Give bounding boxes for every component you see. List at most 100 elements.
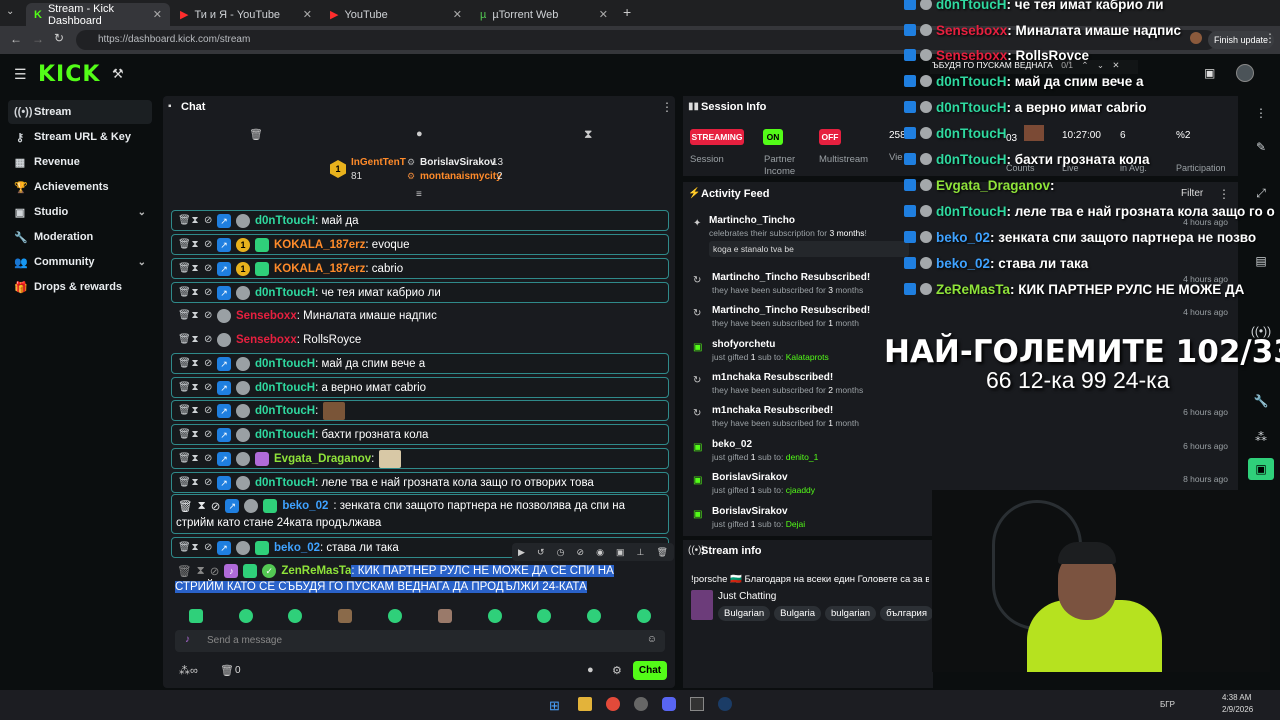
chat-message[interactable]: 🗑 ⧗ ⊘ ↗ d0nTtoucH: — [171, 400, 669, 421]
timeout-icon[interactable]: ⧗ — [191, 453, 199, 464]
chat-username[interactable]: ZenReMasTa — [281, 565, 351, 577]
browser-menu-icon[interactable]: ⋮ — [1264, 31, 1276, 45]
emote-icon[interactable] — [487, 609, 502, 623]
trash-icon[interactable]: 🗑 — [178, 287, 191, 298]
activity-item-target[interactable]: denito_1 — [786, 452, 819, 462]
hide-icon[interactable]: ⊘ — [576, 547, 584, 558]
chat-username[interactable]: Senseboxx — [236, 334, 297, 346]
expand-icon[interactable]: ≡ — [416, 189, 422, 200]
ban-icon[interactable]: ⊘ — [211, 499, 221, 513]
emote-icon[interactable] — [637, 609, 652, 623]
chat-icon[interactable]: ● — [416, 128, 423, 140]
message-input[interactable]: Send a message — [207, 635, 282, 646]
category-thumbnail[interactable] — [691, 590, 713, 620]
close-icon[interactable]: ✕ — [599, 8, 608, 21]
activity-item-title[interactable]: Martincho_Tincho — [709, 215, 795, 226]
copy-icon[interactable]: ▣ — [616, 547, 625, 558]
hammer-icon[interactable]: ⚒ — [112, 66, 124, 82]
sidebar-item-community[interactable]: 👥 Community ⌄ — [8, 250, 152, 274]
pencil-icon[interactable]: ✎ — [1248, 136, 1274, 158]
ban-icon[interactable]: ⊘ — [204, 215, 212, 226]
obs-icon[interactable] — [634, 697, 648, 711]
chat-message[interactable]: 🗑 ⧗ ⊘ ↗ 1 KOKALA_187erz: evoque — [171, 234, 669, 255]
trash-icon[interactable]: 🗑 — [178, 429, 191, 440]
chat-send-button[interactable]: Chat — [633, 661, 667, 680]
tab-kick-dashboard[interactable]: K Stream - Kick Dashboard ✕ — [26, 3, 170, 27]
settings-gear-icon[interactable]: ⚙ — [612, 664, 622, 677]
trash-icon[interactable]: 🗑 — [178, 477, 191, 488]
tab-utorrent[interactable]: µ µTorrent Web ✕ — [472, 3, 616, 26]
close-icon[interactable]: ✕ — [153, 8, 162, 21]
sidebar-item-drops-rewards[interactable]: 🎁 Drops & rewards — [8, 275, 152, 299]
trash-icon[interactable]: 🗑 — [178, 542, 191, 553]
wrench-icon[interactable]: 🔧 — [1248, 390, 1274, 412]
emote-icon[interactable] — [437, 609, 452, 623]
trash-icon[interactable]: 🗑 — [178, 453, 191, 464]
close-icon[interactable]: ✕ — [303, 8, 312, 21]
ban-icon[interactable]: ⊘ — [204, 239, 212, 250]
screen-icon[interactable]: ▣ — [1204, 66, 1215, 80]
chat-username[interactable]: d0nTtoucH — [255, 358, 315, 370]
chat-message[interactable]: 🗑 ⧗ ⊘ ↗ Evgata_Draganov: — [171, 448, 669, 469]
user-avatar[interactable] — [1236, 64, 1254, 82]
trash-icon[interactable]: 🗑 — [178, 499, 193, 513]
ban-icon[interactable]: ⊘ — [204, 334, 212, 345]
chat-message[interactable]: 🗑 ⧗ ⊘ Senseboxx: Миналата имаше надпис — [171, 305, 669, 326]
activity-item-title[interactable]: beko_02 — [712, 439, 752, 450]
activity-item-title[interactable]: BorislavSirakov — [712, 506, 788, 517]
mic-icon[interactable]: ♪ — [185, 634, 190, 645]
trash-icon[interactable]: 🗑 — [178, 358, 191, 369]
top-gifter-1-name[interactable]: InGentTenT — [351, 157, 406, 168]
undo-icon[interactable]: ↺ — [537, 547, 545, 558]
chat-message[interactable]: 🗑 ⧗ ⊘ ↗ d0nTtoucH: че тея имат кабрио ли — [171, 282, 669, 303]
back-icon[interactable]: ← — [10, 32, 22, 46]
forward-icon[interactable]: → — [32, 32, 44, 46]
emoji-icon[interactable]: ☺ — [647, 634, 657, 645]
chevron-down-icon[interactable]: ⌄ — [138, 257, 146, 268]
emote-icon[interactable] — [188, 609, 203, 623]
more-options-icon[interactable]: ⋮ — [661, 100, 673, 114]
language-indicator[interactable]: БГР — [1160, 700, 1175, 709]
panel-icon[interactable]: ▤ — [1248, 250, 1274, 272]
timeout-icon[interactable]: ⧗ — [191, 358, 199, 369]
chat-message[interactable]: 🗑 ⧗ ⊘ ↗ d0nTtoucH: леле тва е най грозната к… — [171, 472, 669, 493]
timeout-icon[interactable]: ⧗ — [191, 263, 199, 274]
partner-income-toggle[interactable]: ON — [763, 129, 783, 145]
activity-item-title[interactable]: shofyorchetu — [712, 339, 775, 350]
clock-icon[interactable]: ◷ — [557, 547, 565, 558]
activity-item-title[interactable]: m1nchaka Resubscribed! — [712, 372, 833, 383]
emote-icon[interactable] — [587, 609, 602, 623]
emote-icon[interactable] — [238, 609, 253, 623]
activity-item-target[interactable]: cjaaddy — [786, 485, 815, 495]
chevron-down-icon[interactable]: ⌄ — [138, 207, 146, 218]
tag[interactable]: българия — [880, 606, 933, 621]
activity-item-title[interactable]: Martincho_Tincho Resubscribed! — [712, 272, 870, 283]
ban-icon[interactable]: ⊘ — [204, 310, 212, 321]
chat-username[interactable]: Evgata_Draganov — [274, 453, 371, 465]
chat-username[interactable]: Senseboxx — [236, 310, 297, 322]
terminal-icon[interactable] — [690, 697, 704, 711]
emote-icon[interactable] — [388, 609, 403, 623]
play-icon[interactable]: ▶ — [518, 547, 525, 558]
tag[interactable]: Bulgarian — [718, 606, 771, 621]
trash-icon[interactable]: 🗑 — [178, 215, 191, 226]
timeout-icon[interactable]: ⧗ — [191, 542, 199, 553]
store-icon[interactable]: 🗑 — [220, 664, 234, 677]
timeout-icon[interactable]: ⧗ — [191, 310, 199, 321]
ban-icon[interactable]: ⊘ — [204, 542, 212, 553]
top-gifter-3-name[interactable]: montanaismycity — [420, 171, 502, 182]
chat-username[interactable]: d0nTtoucH — [255, 215, 315, 227]
profile-avatar[interactable] — [1190, 32, 1202, 44]
filter-button[interactable]: Filter — [1181, 188, 1203, 199]
tab-youtube-song[interactable]: ▶ Ти и Я - YouTube ✕ — [172, 3, 320, 26]
reload-icon[interactable]: ↻ — [54, 31, 64, 45]
close-icon[interactable]: ✕ — [453, 8, 462, 21]
chat-message[interactable]: 🗑 ⧗ ⊘ Senseboxx: RollsRoyce — [171, 329, 669, 350]
delete-icon[interactable]: 🗑 — [656, 547, 667, 558]
ban-icon[interactable]: ⊘ — [204, 382, 212, 393]
chat-username[interactable]: beko_02 — [274, 542, 320, 554]
timeout-icon[interactable]: ⧗ — [198, 500, 206, 513]
share-icon[interactable]: ⁂ — [1248, 426, 1274, 448]
hamburger-menu-icon[interactable]: ☰ — [14, 66, 27, 83]
chat-username[interactable]: beko_02 — [282, 500, 328, 512]
